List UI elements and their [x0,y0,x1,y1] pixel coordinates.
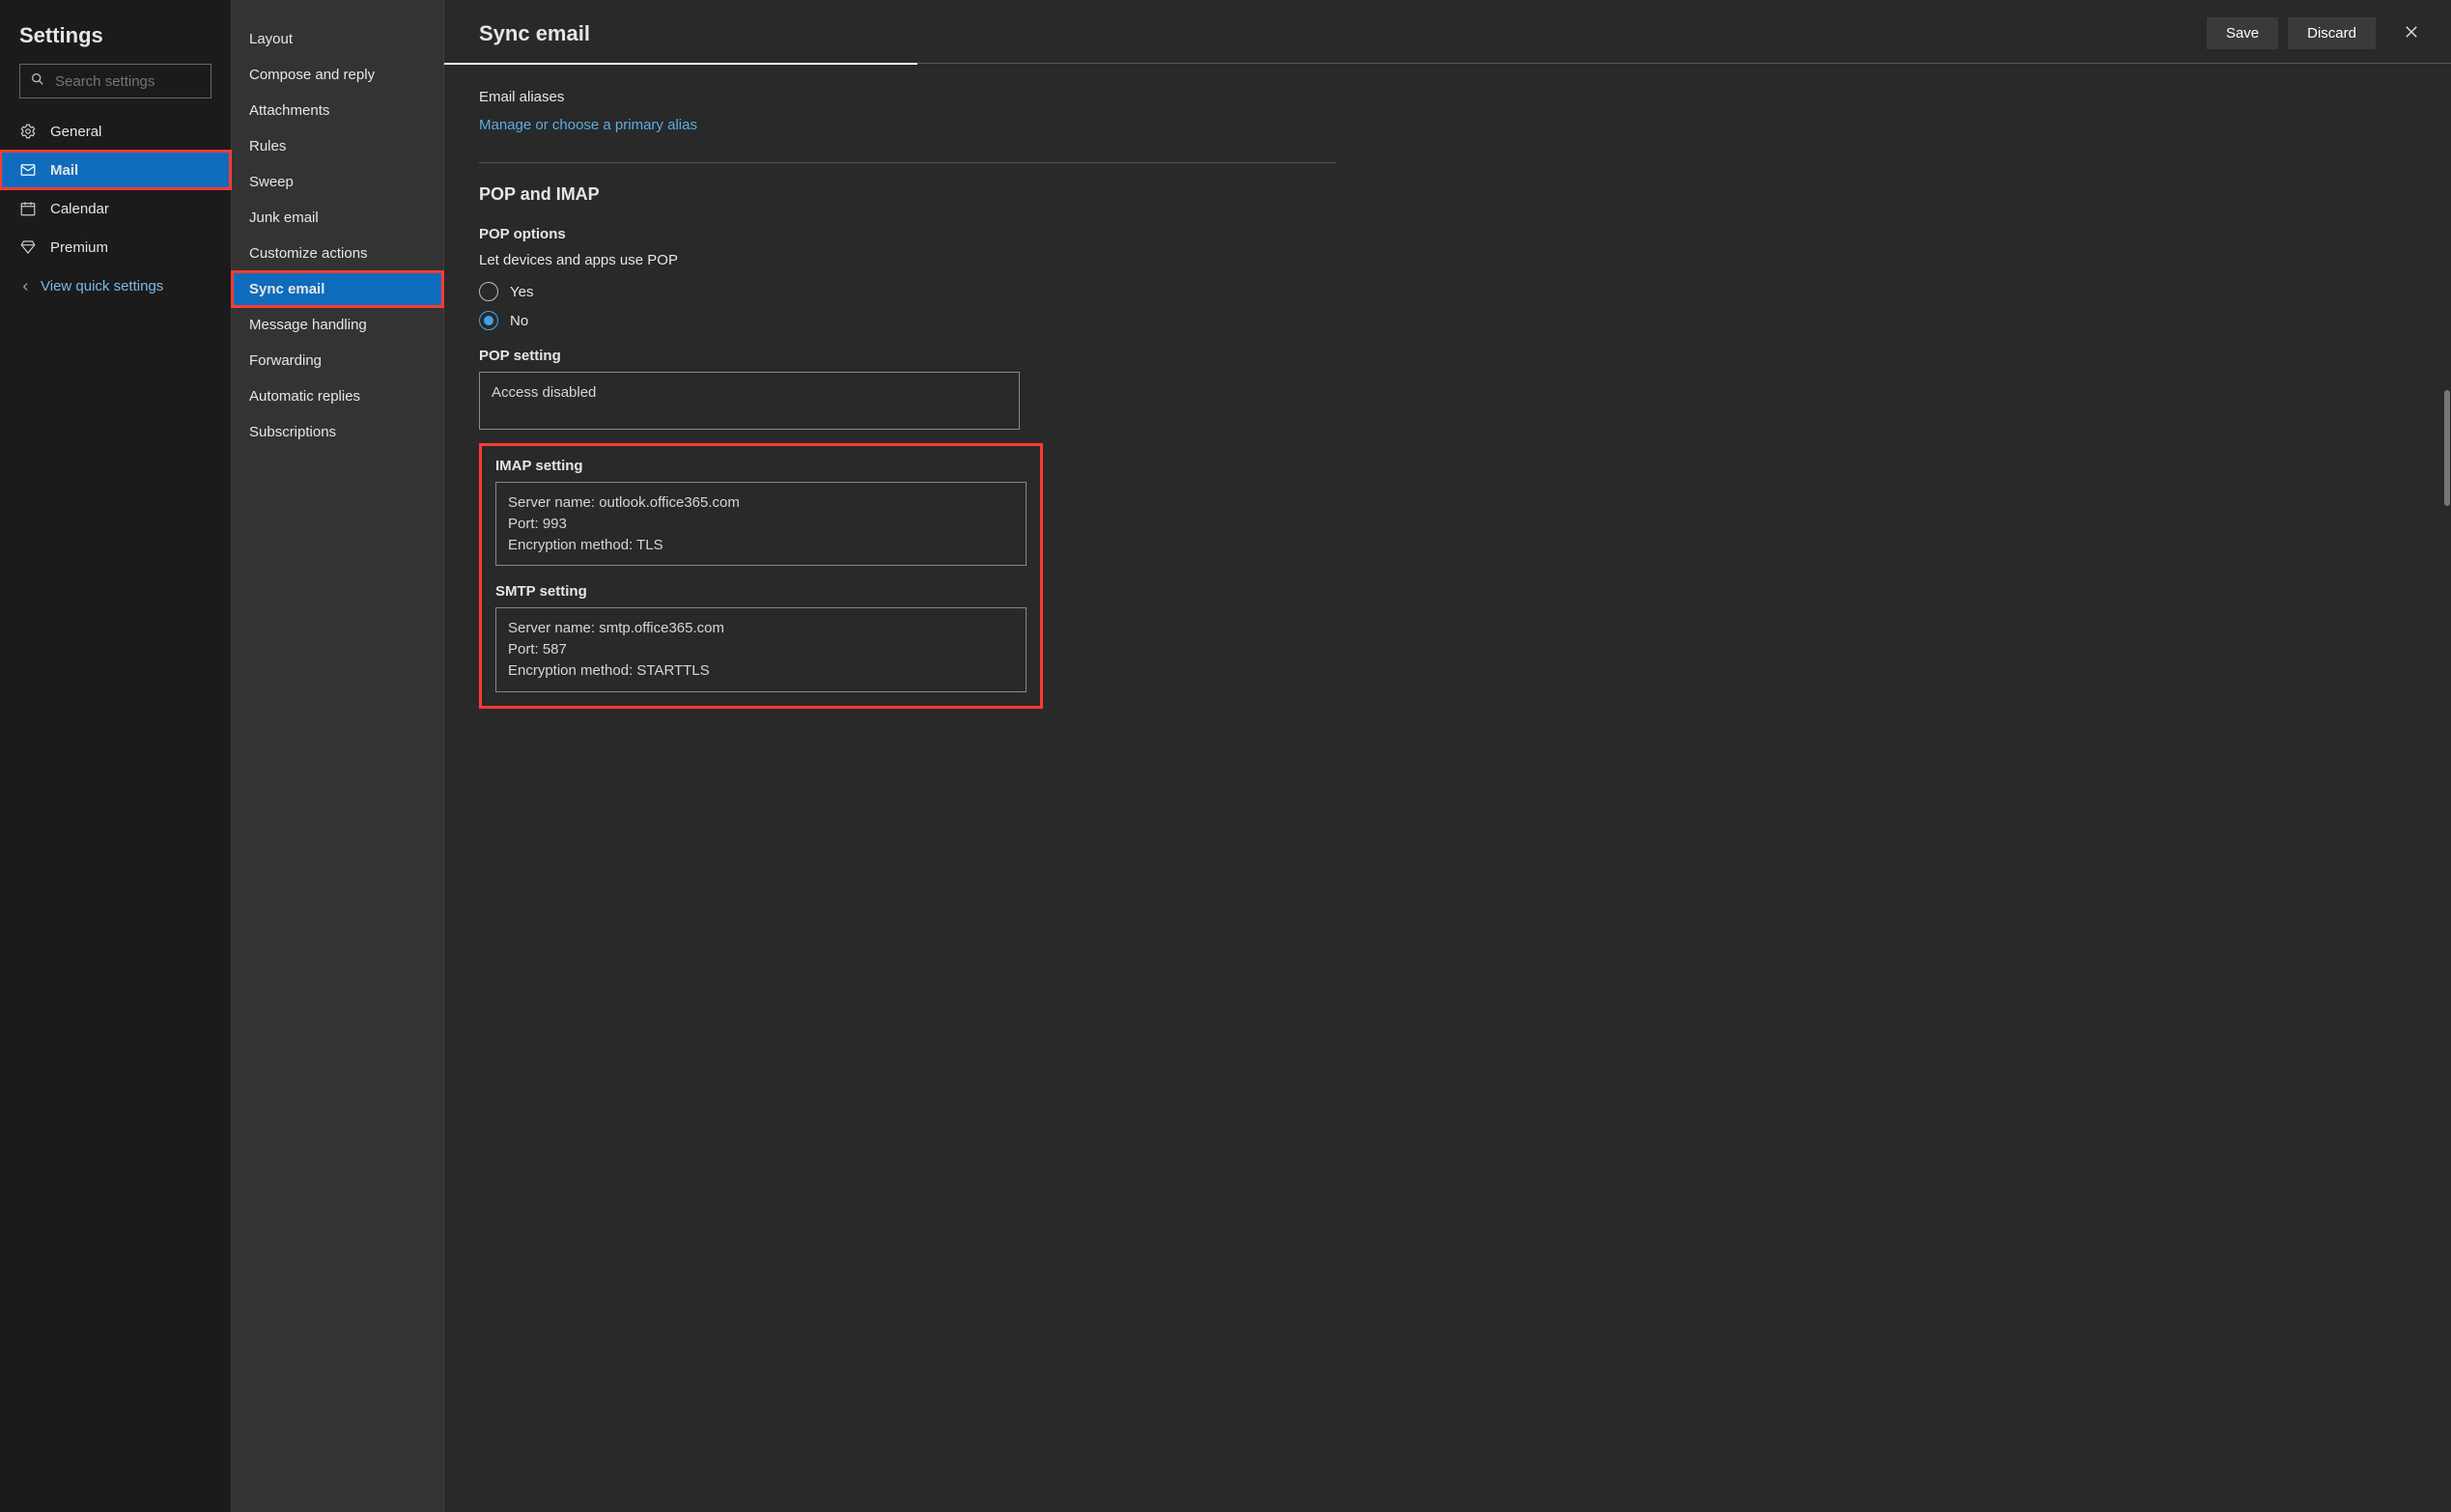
sidebar-item-label: Mail [50,162,78,179]
diamond-icon [19,238,37,256]
subnav-attachments[interactable]: Attachments [232,93,443,128]
quick-link-label: View quick settings [41,278,163,294]
search-input[interactable] [55,73,201,90]
imap-setting-box: Server name: outlook.office365.com Port:… [495,482,1027,566]
sidebar-item-mail[interactable]: Mail [0,151,231,189]
email-aliases-label: Email aliases [479,89,1337,105]
section-divider [479,162,1337,163]
imap-setting-label: IMAP setting [495,458,1027,474]
subnav-junk-email[interactable]: Junk email [232,200,443,236]
radio-label: Yes [510,284,533,300]
sidebar-item-label: Calendar [50,201,109,217]
sidebar-item-general[interactable]: General [0,112,231,151]
save-button[interactable]: Save [2207,17,2278,49]
subnav-automatic-replies[interactable]: Automatic replies [232,378,443,414]
radio-icon [479,282,498,301]
subnav-sync-email[interactable]: Sync email [232,271,443,307]
sidebar-item-premium[interactable]: Premium [0,228,231,266]
pop-imap-heading: POP and IMAP [479,184,1337,205]
imap-encryption: Encryption method: TLS [508,535,1014,556]
highlighted-server-settings: IMAP setting Server name: outlook.office… [479,443,1043,709]
pop-allow-label: Let devices and apps use POP [479,252,1337,268]
subnav-layout[interactable]: Layout [232,21,443,57]
smtp-port: Port: 587 [508,639,1014,660]
content-area: Email aliases Manage or choose a primary… [444,66,1371,747]
pop-options-label: POP options [479,226,1337,242]
radio-icon-selected [479,311,498,330]
main-panel: Sync email Save Discard Email aliases Ma… [444,0,2451,1512]
subnav-sweep[interactable]: Sweep [232,164,443,200]
subnav-message-handling[interactable]: Message handling [232,307,443,343]
pop-radio-no[interactable]: No [479,311,1337,330]
scrollbar-track[interactable] [2443,62,2451,1512]
smtp-server: Server name: smtp.office365.com [508,618,1014,639]
mail-icon [19,161,37,179]
search-icon [30,71,55,91]
active-tab-underline [444,63,917,65]
subnav-subscriptions[interactable]: Subscriptions [232,414,443,450]
gear-icon [19,123,37,140]
subnav-customize-actions[interactable]: Customize actions [232,236,443,271]
sidebar-item-label: General [50,124,101,140]
subnav-compose-reply[interactable]: Compose and reply [232,57,443,93]
settings-sidebar: Settings General Mail Calendar Premium V… [0,0,232,1512]
page-title: Sync email [479,21,590,46]
pop-setting-label: POP setting [479,348,1337,364]
subnav-forwarding[interactable]: Forwarding [232,343,443,378]
manage-alias-link[interactable]: Manage or choose a primary alias [479,117,697,133]
smtp-encryption: Encryption method: STARTTLS [508,660,1014,682]
view-quick-settings-link[interactable]: View quick settings [0,266,231,306]
calendar-icon [19,200,37,217]
imap-server: Server name: outlook.office365.com [508,492,1014,514]
header-actions: Save Discard [2207,15,2428,51]
smtp-setting-label: SMTP setting [495,583,1027,600]
scrollbar-thumb[interactable] [2444,390,2450,506]
pop-radio-yes[interactable]: Yes [479,282,1337,301]
main-header: Sync email Save Discard [444,0,2451,64]
discard-button[interactable]: Discard [2288,17,2376,49]
smtp-setting-box: Server name: smtp.office365.com Port: 58… [495,607,1027,691]
close-icon [2403,23,2420,43]
search-settings-box[interactable] [19,64,211,98]
subnav-rules[interactable]: Rules [232,128,443,164]
pop-setting-box: Access disabled [479,372,1020,430]
radio-label: No [510,313,528,329]
sidebar-item-label: Premium [50,239,108,256]
pop-setting-value: Access disabled [492,382,1007,404]
imap-port: Port: 993 [508,514,1014,535]
sidebar-item-calendar[interactable]: Calendar [0,189,231,228]
settings-title: Settings [0,15,231,64]
mail-subnav: Layout Compose and reply Attachments Rul… [232,0,444,1512]
close-button[interactable] [2395,15,2428,51]
